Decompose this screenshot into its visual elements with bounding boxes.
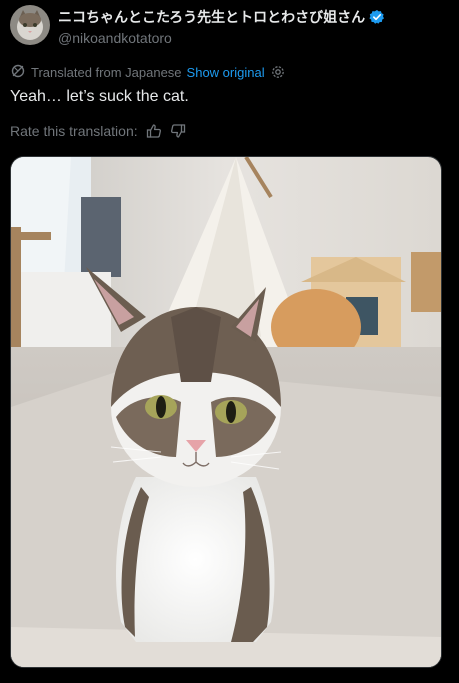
display-name-row: ニコちゃんとこたろう先生とトロとわさび姐さん <box>58 7 385 27</box>
rate-translation-label: Rate this translation: <box>10 123 138 139</box>
translated-label: Translated from Japanese <box>31 64 182 80</box>
author-handle[interactable]: @nikoandkotatoro <box>58 30 385 46</box>
translate-icon <box>10 63 26 82</box>
thumbs-down-icon[interactable] <box>170 123 186 139</box>
display-name[interactable]: ニコちゃんとこたろう先生とトロとわさび姐さん <box>58 7 365 27</box>
avatar[interactable] <box>10 5 50 45</box>
avatar-image <box>10 5 50 45</box>
thumbs-up-icon[interactable] <box>146 123 162 139</box>
tweet-photo[interactable] <box>10 156 442 668</box>
verified-badge-icon[interactable] <box>369 9 385 25</box>
tweet-header: ニコちゃんとこたろう先生とトロとわさび姐さん @nikoandkotatoro <box>10 5 450 47</box>
show-original-link[interactable]: Show original <box>187 65 265 80</box>
rate-translation: Rate this translation: <box>10 122 186 140</box>
author-names: ニコちゃんとこたろう先生とトロとわさび姐さん @nikoandkotatoro <box>58 7 385 46</box>
tweet-text: Yeah… let’s suck the cat. <box>10 88 189 105</box>
translation-notice: Translated from Japanese Show original <box>10 63 286 81</box>
gear-icon[interactable] <box>270 64 286 80</box>
cat-photo <box>11 157 441 667</box>
